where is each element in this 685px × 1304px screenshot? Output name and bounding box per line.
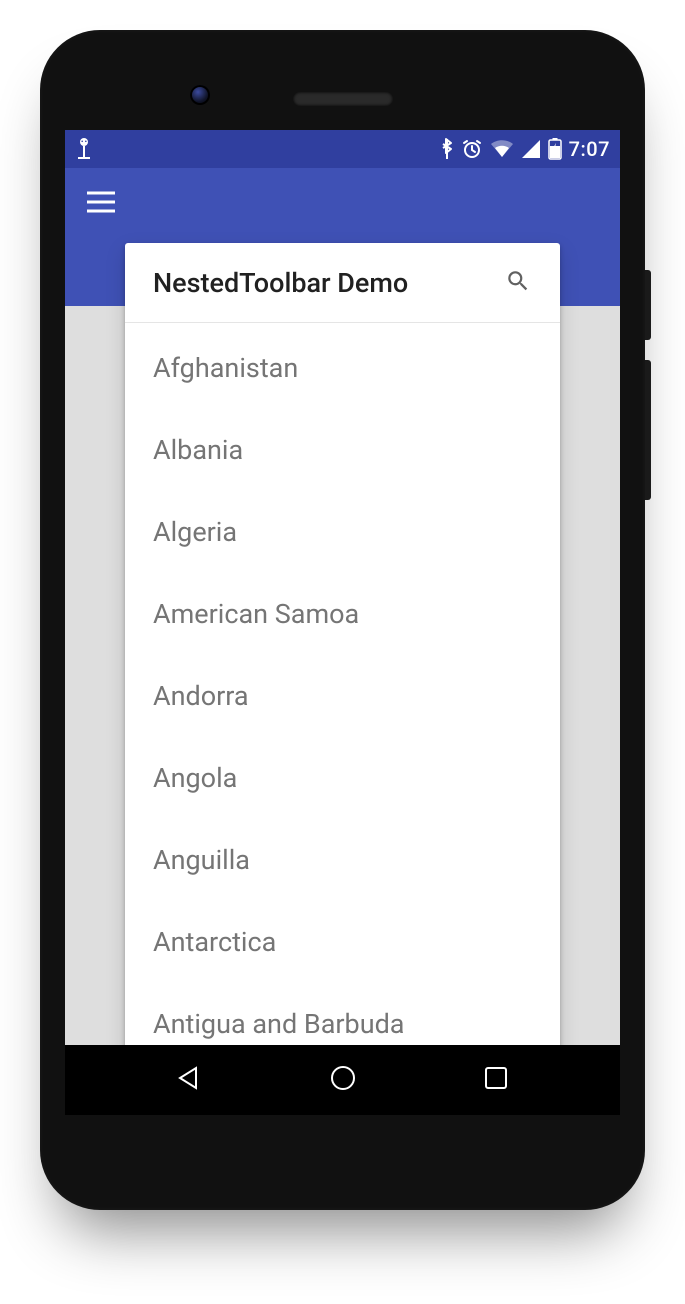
back-icon <box>175 1064 203 1096</box>
list-item-label: Andorra <box>153 680 249 712</box>
list-item-label: Antigua and Barbuda <box>153 1008 405 1040</box>
list-item[interactable]: Anguilla <box>125 819 560 901</box>
battery-charging-icon <box>548 138 562 160</box>
list-item-label: Albania <box>153 434 243 466</box>
nested-toolbar: NestedToolbar Demo <box>125 243 560 323</box>
front-camera <box>190 85 210 105</box>
home-button[interactable] <box>313 1050 373 1110</box>
list-item-label: Afghanistan <box>153 352 298 384</box>
list-item[interactable]: American Samoa <box>125 573 560 655</box>
list-item-label: Antarctica <box>153 926 276 958</box>
search-icon <box>505 268 531 298</box>
list-item-label: American Samoa <box>153 598 359 630</box>
list-item-label: Anguilla <box>153 844 250 876</box>
cell-signal-icon <box>521 139 541 159</box>
phone-frame: 7:07 NestedToolbar Demo <box>40 30 645 1210</box>
usb-debug-icon <box>75 137 93 161</box>
home-icon <box>328 1063 358 1097</box>
nested-toolbar-title: NestedToolbar Demo <box>153 267 496 299</box>
list-item[interactable]: Algeria <box>125 491 560 573</box>
back-button[interactable] <box>159 1050 219 1110</box>
alarm-icon <box>461 138 483 160</box>
hamburger-icon <box>87 191 115 217</box>
status-bar: 7:07 <box>65 130 620 168</box>
menu-button[interactable] <box>79 182 123 226</box>
status-clock: 7:07 <box>569 137 610 161</box>
list-item[interactable]: Albania <box>125 409 560 491</box>
recents-button[interactable] <box>466 1050 526 1110</box>
content-card: NestedToolbar Demo Afghanistan Albania A… <box>125 243 560 1069</box>
earpiece-speaker <box>293 92 393 106</box>
country-list[interactable]: Afghanistan Albania Algeria American Sam… <box>125 323 560 1069</box>
list-item-label: Algeria <box>153 516 237 548</box>
screen: 7:07 NestedToolbar Demo <box>65 130 620 1115</box>
side-button-volume <box>645 360 651 500</box>
list-item[interactable]: Afghanistan <box>125 327 560 409</box>
wifi-icon <box>490 139 514 159</box>
list-item[interactable]: Andorra <box>125 655 560 737</box>
navigation-bar <box>65 1045 620 1115</box>
list-item[interactable]: Angola <box>125 737 560 819</box>
recents-icon <box>484 1066 508 1094</box>
bluetooth-icon <box>440 138 454 160</box>
list-item[interactable]: Antarctica <box>125 901 560 983</box>
list-item-label: Angola <box>153 762 237 794</box>
search-button[interactable] <box>496 261 540 305</box>
side-button-power <box>645 270 651 340</box>
